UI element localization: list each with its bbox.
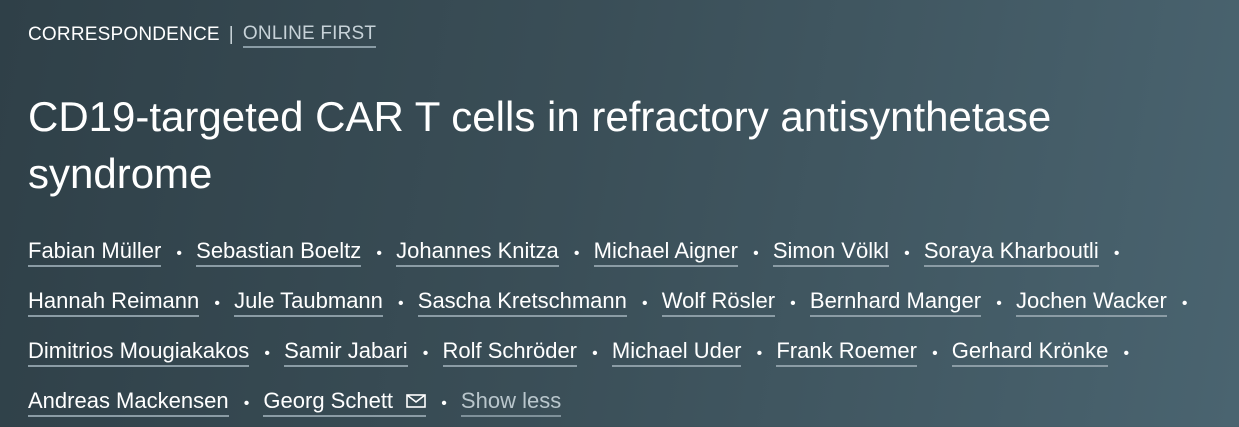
author-link[interactable]: Gerhard Krönke [951, 338, 1109, 367]
author-separator: • [904, 245, 910, 262]
author-link[interactable]: Michael Uder [611, 338, 742, 367]
author-link[interactable]: Jochen Wacker [1015, 288, 1167, 317]
author-list: Fabian Müller • Sebastian Boeltz • Johan… [28, 227, 1213, 427]
author-link[interactable]: Wolf Rösler [661, 288, 776, 317]
envelope-icon[interactable] [406, 394, 426, 408]
author-link[interactable]: Fabian Müller [28, 238, 162, 267]
author-link[interactable]: Soraya Kharboutli [923, 238, 1099, 267]
author-separator: • [753, 245, 759, 262]
author-separator: • [243, 395, 250, 412]
article-title: CD19-targeted CAR T cells in refractory … [28, 93, 1052, 197]
author-link[interactable]: Sebastian Boeltz [196, 238, 362, 267]
author-separator: • [264, 345, 271, 362]
author-separator: • [592, 345, 598, 362]
author-separator: • [376, 245, 382, 262]
author-separator: • [790, 295, 796, 312]
article-meta: CORRESPONDENCE | ONLINE FIRST [28, 22, 1199, 48]
author-separator: • [1123, 345, 1130, 362]
author-link[interactable]: Michael Aigner [593, 238, 738, 267]
author-link[interactable]: Georg Schett [263, 388, 427, 417]
author-separator: • [1113, 245, 1120, 262]
author-separator: • [573, 245, 580, 262]
author-link[interactable]: Samir Jabari [284, 338, 408, 367]
online-first-link[interactable]: ONLINE FIRST [242, 23, 377, 48]
article-type-label: CORRESPONDENCE [28, 24, 220, 45]
author-separator: • [996, 295, 1002, 312]
author-separator: • [932, 345, 938, 362]
show-less-toggle[interactable]: Show less [460, 388, 562, 417]
author-link[interactable]: Dimitrios Mougiakakos [28, 338, 250, 367]
article-header: CORRESPONDENCE | ONLINE FIRST CD19-targe… [28, 22, 1199, 427]
author-link[interactable]: Johannes Knitza [396, 238, 559, 267]
author-link[interactable]: Jule Taubmann [234, 288, 383, 317]
author-link[interactable]: Simon Völkl [772, 238, 889, 267]
author-link[interactable]: Bernhard Manger [809, 288, 982, 317]
author-separator: • [756, 345, 763, 362]
author-separator: • [1181, 295, 1188, 312]
author-link[interactable]: Andreas Mackensen [28, 388, 229, 417]
author-separator: • [214, 295, 220, 312]
author-separator: • [398, 295, 404, 312]
author-separator: • [422, 345, 429, 362]
author-separator: • [642, 295, 648, 312]
author-link[interactable]: Rolf Schröder [442, 338, 578, 367]
author-link[interactable]: Hannah Reimann [28, 288, 200, 317]
author-separator: • [441, 395, 447, 412]
author-link[interactable]: Frank Roemer [776, 338, 917, 367]
meta-separator: | [228, 24, 234, 45]
author-link[interactable]: Sascha Kretschmann [417, 288, 627, 317]
author-separator: • [176, 245, 183, 262]
